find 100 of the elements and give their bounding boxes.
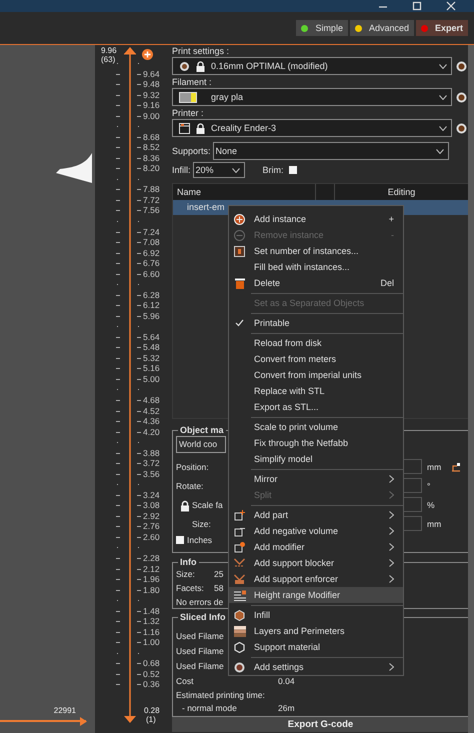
tick-mark	[116, 316, 120, 317]
menu-item[interactable]: Add settings	[229, 659, 403, 675]
checkbox[interactable]	[176, 536, 184, 544]
tick-mark	[116, 378, 120, 380]
infill-dropdown[interactable]: 20%	[192, 162, 245, 178]
add-icon[interactable]	[142, 49, 153, 60]
menu-item[interactable]: Printable	[229, 315, 403, 331]
menu-item[interactable]: Mirror	[229, 471, 403, 487]
tick-mark	[116, 336, 120, 338]
chevron-down-icon	[436, 148, 444, 154]
menu-item[interactable]: Fix through the Netfabb	[229, 435, 403, 451]
menu-item[interactable]: Height range Modifier	[229, 587, 403, 603]
tick-label: 7.72	[143, 194, 160, 205]
tick-mark	[137, 505, 141, 506]
filament-dropdown[interactable]: gray pla	[172, 88, 452, 106]
menu-item[interactable]: Reload from disk	[229, 335, 403, 351]
tick-mark	[137, 94, 141, 96]
menu-item[interactable]: Add instance +	[229, 211, 403, 227]
chevron-down-icon	[439, 94, 447, 100]
menu-item[interactable]: Scale to print volume	[229, 419, 403, 435]
export-button[interactable]: Export G-code	[172, 717, 469, 732]
field-label: Supports:	[172, 145, 211, 158]
lock-icon[interactable]	[180, 500, 190, 512]
layer-number: (1)	[146, 715, 156, 724]
preset-dropdown[interactable]: 0.16mm OPTIMAL (modified)	[172, 57, 452, 75]
menu-item[interactable]: Delete Del	[229, 275, 403, 291]
info-value: 25	[214, 569, 224, 579]
info-label: Used Filame	[176, 660, 224, 670]
lock-icon	[196, 60, 205, 72]
menu-item[interactable]: Add modifier	[229, 539, 403, 555]
tick-mark	[137, 674, 141, 675]
info-label: Used Filame	[176, 630, 224, 640]
tick-label: 1.48	[143, 606, 160, 616]
gear-icon[interactable]	[456, 60, 467, 72]
checkbox[interactable]	[288, 166, 297, 174]
menu-item[interactable]: Convert from imperial units	[229, 367, 403, 383]
menu-item[interactable]: Layers and Perimeters	[229, 623, 403, 639]
tick-mark	[137, 116, 141, 117]
menu-item[interactable]: Fill bed with instances...	[229, 259, 403, 275]
mode-button[interactable]: Simple	[296, 20, 348, 36]
tick-mark	[116, 189, 120, 190]
close-icon[interactable]	[446, 1, 456, 11]
tick-label: 8.68	[143, 132, 160, 142]
layers-icon	[234, 626, 246, 636]
menu-item[interactable]: Set number of instances...	[229, 243, 403, 259]
menu-item[interactable]: Add support blocker	[229, 555, 403, 571]
menu-item[interactable]: Add negative volume	[229, 523, 403, 539]
drop-to-bed-icon[interactable]	[451, 462, 462, 472]
tick-mark	[137, 526, 141, 528]
tick-mark	[137, 316, 141, 317]
tick-mark	[116, 252, 120, 254]
column-header[interactable]: Editing	[335, 184, 468, 200]
printer-icon	[179, 122, 190, 134]
tick-mark	[116, 505, 120, 506]
tick-mark	[116, 474, 120, 475]
tick-mark	[116, 432, 120, 433]
slider-thumb[interactable]	[80, 716, 87, 726]
menu-item[interactable]: Replace with STL	[229, 383, 403, 399]
mode-button[interactable]: Advanced	[350, 20, 414, 36]
coordinates-dropdown[interactable]: World coo	[176, 436, 226, 453]
tick-label: 9.32	[143, 90, 160, 100]
gear-icon[interactable]	[456, 92, 467, 102]
menu-item[interactable]: Add support enforcer	[229, 571, 403, 587]
tick-mark	[116, 621, 120, 622]
tick-mark	[137, 189, 141, 190]
supports-dropdown[interactable]: None	[212, 142, 449, 160]
gear-icon	[234, 662, 245, 672]
tick-label: 5.16	[143, 363, 160, 374]
tick-label: 4.20	[143, 426, 160, 437]
cube-icon	[234, 542, 245, 552]
gear-icon[interactable]	[456, 122, 467, 134]
tick-label: 2.60	[143, 532, 160, 542]
tick-mark	[137, 558, 141, 559]
tick-mark	[137, 568, 141, 570]
tick-label: 9.48	[143, 79, 160, 90]
menu-item[interactable]: Add part	[229, 507, 403, 523]
tick-label: 0.52	[143, 668, 160, 679]
menu-item[interactable]: Simplify model	[229, 451, 403, 467]
vertical-slider[interactable]	[124, 47, 136, 723]
layers-icon	[234, 590, 246, 600]
tick-mark	[137, 632, 141, 633]
tick-mark	[137, 516, 141, 517]
tick-mark	[137, 168, 141, 170]
tick-label: 3.08	[143, 500, 160, 510]
printer-dropdown[interactable]: Creality Ender-3	[172, 119, 452, 137]
tick-label: 9.00	[143, 110, 160, 121]
tick-mark	[116, 632, 120, 633]
tick-label: 4.36	[143, 416, 160, 426]
model-drawing	[56, 153, 92, 183]
tick-mark	[137, 452, 141, 454]
menu-item[interactable]: Convert from meters	[229, 351, 403, 367]
info-label: Cost	[176, 676, 194, 686]
menu-item[interactable]: Export as STL...	[229, 399, 403, 415]
tick-mark	[116, 494, 120, 496]
tick-mark	[116, 210, 120, 212]
mode-button[interactable]: Expert	[416, 20, 468, 36]
maximize-icon[interactable]	[412, 1, 422, 11]
tick-mark	[137, 621, 141, 622]
menu-item[interactable]: Support material	[229, 639, 403, 655]
menu-item[interactable]: Infill	[229, 607, 403, 623]
